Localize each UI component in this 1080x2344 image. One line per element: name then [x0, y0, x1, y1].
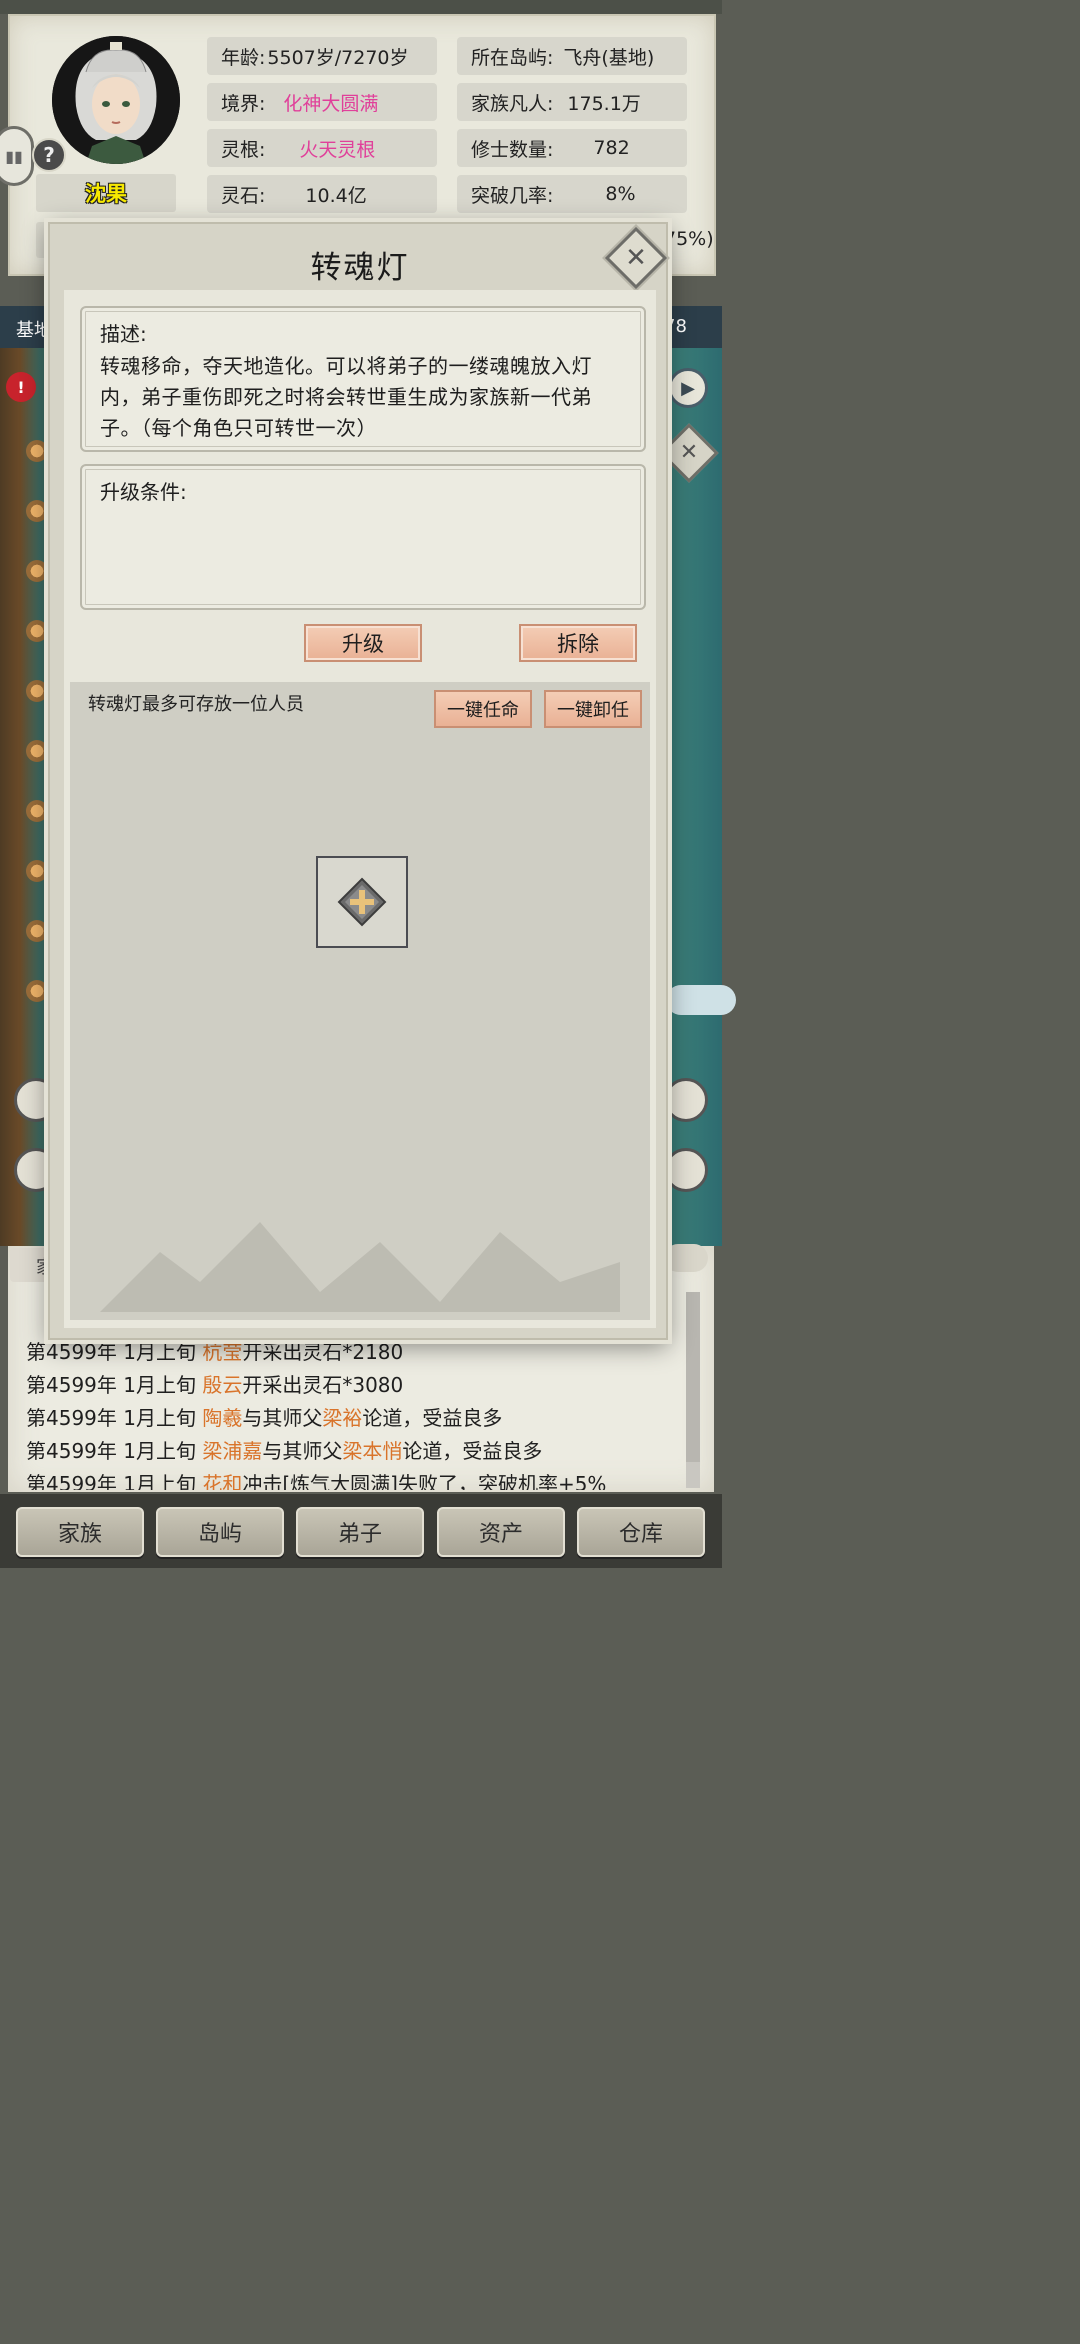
log-entry-text: 与其师父: [242, 1406, 323, 1430]
soul-lamp-dialog: 转魂灯 ✕ 描述: 转魂移命，夺天地造化。可以将弟子的一缕魂魄放入灯内，弟子重伤…: [48, 222, 668, 1340]
log-entry-tail: 论道，受益良多: [402, 1439, 543, 1463]
stat-mortals: 家族凡人: 175.1万: [457, 83, 687, 121]
log-entry: 第4599年 1月上旬 殷云开采出灵石*3080: [26, 1369, 403, 1398]
log-entry-text: 与其师父: [262, 1439, 343, 1463]
stat-breakthrough-label: 突破几率:: [471, 184, 554, 207]
description-text: 转魂移命，夺天地造化。可以将弟子的一缕魂魄放入灯内，弟子重伤即死之时将会转世重生…: [100, 354, 592, 440]
plant-icon: [26, 860, 48, 882]
stat-island-label: 所在岛屿:: [471, 46, 554, 69]
character-avatar[interactable]: [52, 36, 180, 164]
stat-cultivator-value: 782: [593, 137, 630, 159]
plant-icon: [26, 440, 48, 462]
stat-breakthrough-value: 8%: [605, 183, 636, 205]
nav-disciple-button[interactable]: 弟子: [296, 1507, 424, 1557]
log-scroll-thumb[interactable]: [686, 1292, 700, 1462]
stat-age: 年龄: 5507岁/7270岁: [207, 37, 437, 75]
plant-icon: [26, 680, 48, 702]
log-entry-date: 第4599年 1月上旬: [26, 1439, 203, 1463]
log-entry-master-name[interactable]: 梁裕: [322, 1406, 362, 1430]
demolish-button[interactable]: 拆除: [519, 624, 637, 662]
log-entry-name[interactable]: 陶羲: [202, 1406, 242, 1430]
stat-root-label: 灵根:: [221, 138, 266, 161]
plant-icon: [26, 980, 48, 1002]
description-shortcut-icon[interactable]: [664, 1078, 708, 1122]
log-entry: 第4599年 1月上旬 杭莹开采出灵石*2180: [26, 1336, 403, 1365]
dismiss-all-button[interactable]: 一键卸任: [544, 690, 642, 728]
plant-icon: [26, 800, 48, 822]
log-entry-text: 冲击[炼气大圆满]失败了，突破机率+5%: [242, 1472, 607, 1490]
log-entry-name[interactable]: 殷云: [202, 1373, 242, 1397]
add-plus-icon: [337, 877, 387, 927]
nav-family-button[interactable]: 家族: [16, 1507, 144, 1557]
upgrade-conditions-box: 升级条件:: [80, 464, 646, 610]
stat-mortal-label: 家族凡人:: [471, 92, 554, 115]
slot-capacity-caption: 转魂灯最多可存放一位人员: [88, 694, 304, 715]
log-entry-date: 第4599年 1月上旬: [26, 1472, 203, 1490]
character-name: 沈果: [36, 174, 176, 212]
log-entry: 第4599年 1月上旬 梁浦嘉与其师父梁本悄论道，受益良多: [26, 1435, 542, 1464]
log-entry-date: 第4599年 1月上旬: [26, 1406, 203, 1430]
plant-icon: [26, 560, 48, 582]
mountain-decoration: [100, 1222, 620, 1312]
nav-island-button[interactable]: 岛屿: [156, 1507, 284, 1557]
stat-breakthrough: 突破几率: 8%: [457, 175, 687, 213]
alert-icon[interactable]: !: [6, 372, 36, 402]
log-entry-master-name[interactable]: 梁本悄: [342, 1439, 402, 1463]
description-label: 描述:: [100, 322, 147, 346]
log-entry-name[interactable]: 梁浦嘉: [202, 1439, 262, 1463]
speaker-icon[interactable]: [664, 1244, 708, 1272]
pause-icon[interactable]: ▮▮: [0, 126, 34, 186]
stat-stone-label: 灵石:: [221, 184, 266, 207]
stat-realm: 境界: 化神大圆满: [207, 83, 437, 121]
nav-assets-button[interactable]: 资产: [437, 1507, 565, 1557]
upgrade-conditions-label: 升级条件:: [100, 480, 187, 504]
stat-age-label: 年龄:: [221, 46, 266, 69]
stat-age-value: 5507岁/7270岁: [267, 46, 409, 69]
plant-icon: [26, 620, 48, 642]
log-entry-text: 开采出灵石*2180: [242, 1340, 404, 1364]
log-entry-text: 开采出灵石*3080: [242, 1373, 404, 1397]
top-edge: [0, 0, 722, 14]
log-entry-date: 第4599年 1月上旬: [26, 1373, 203, 1397]
stat-spirit-stone: 灵石: 10.4亿: [207, 175, 437, 213]
help-icon[interactable]: ?: [32, 138, 66, 172]
plant-icon: [26, 920, 48, 942]
stat-island: 所在岛屿: 飞舟(基地): [457, 37, 687, 75]
nav-warehouse-button[interactable]: 仓库: [577, 1507, 705, 1557]
stat-realm-value: 化神大圆满: [283, 92, 379, 115]
appoint-all-button[interactable]: 一键任命: [434, 690, 532, 728]
log-entry-date: 第4599年 1月上旬: [26, 1340, 203, 1364]
play-icon[interactable]: ▶: [668, 368, 708, 408]
plant-icon: [26, 740, 48, 762]
personnel-slot-area: 转魂灯最多可存放一位人员 一键任命 一键卸任: [70, 682, 650, 1320]
stat-cultivator-label: 修士数量:: [471, 138, 554, 161]
stat-stone-value: 10.4亿: [305, 184, 367, 207]
plant-icon: [26, 500, 48, 522]
settings-gear-icon[interactable]: [664, 1148, 708, 1192]
stat-realm-label: 境界:: [221, 92, 266, 115]
close-icon: ✕: [625, 243, 647, 273]
dialog-body: 描述: 转魂移命，夺天地造化。可以将弟子的一缕魂魄放入灯内，弟子重伤即死之时将会…: [64, 290, 656, 1328]
log-entry: 第4599年 1月上旬 花和冲击[炼气大圆满]失败了，突破机率+5%: [26, 1468, 606, 1490]
map-base-label: 基地: [16, 320, 52, 341]
stat-spirit-root: 灵根: 火天灵根: [207, 129, 437, 167]
stat-cultivators: 修士数量: 782: [457, 129, 687, 167]
description-box: 描述: 转魂移命，夺天地造化。可以将弟子的一缕魂魄放入灯内，弟子重伤即死之时将会…: [80, 306, 646, 452]
stat-island-value: 飞舟(基地): [563, 46, 655, 69]
dialog-title: 转魂灯: [310, 250, 410, 286]
cloud-decoration: [666, 985, 736, 1015]
log-entry: 第4599年 1月上旬 陶羲与其师父梁裕论道，受益良多: [26, 1402, 502, 1431]
stat-mortal-value: 175.1万: [567, 92, 641, 115]
partial-stat-value: 75%): [664, 228, 714, 250]
add-personnel-slot[interactable]: [316, 856, 408, 948]
log-entry-name[interactable]: 花和: [202, 1472, 242, 1490]
log-entry-tail: 论道，受益良多: [362, 1406, 503, 1430]
upgrade-button[interactable]: 升级: [304, 624, 422, 662]
log-entry-name[interactable]: 杭莹: [202, 1340, 242, 1364]
stat-root-value: 火天灵根: [299, 138, 376, 161]
